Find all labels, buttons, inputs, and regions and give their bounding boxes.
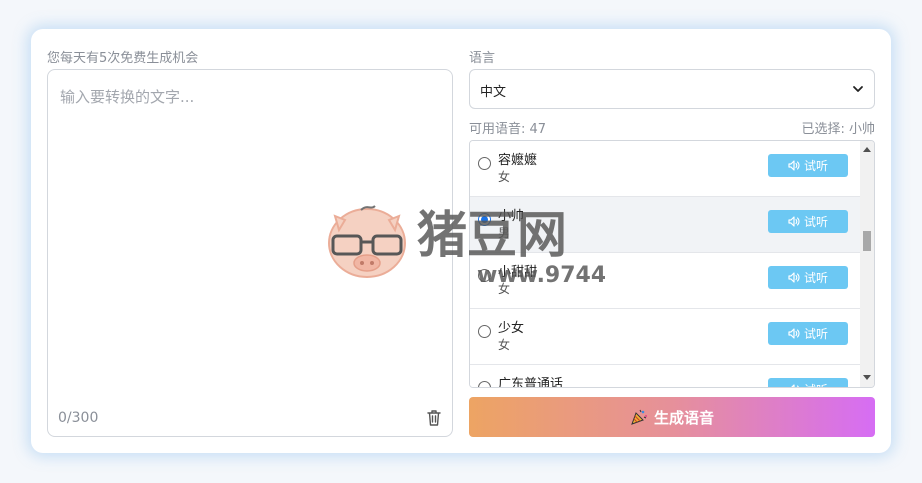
language-label: 语言 bbox=[469, 51, 496, 66]
voice-radio[interactable] bbox=[478, 325, 491, 338]
listen-button[interactable]: 试听 bbox=[768, 266, 848, 289]
voice-name: 广东普通话 bbox=[498, 377, 564, 388]
scroll-down-arrow-icon[interactable] bbox=[863, 375, 871, 380]
voice-gender: 女 bbox=[498, 170, 511, 184]
speaker-icon bbox=[788, 272, 800, 283]
listen-button[interactable]: 试听 bbox=[768, 378, 848, 387]
listen-button[interactable]: 试听 bbox=[768, 154, 848, 177]
trash-icon[interactable] bbox=[426, 409, 442, 427]
voice-item[interactable]: 少女 女 试听 bbox=[470, 309, 860, 365]
speaker-icon bbox=[791, 384, 799, 387]
generate-voice-button[interactable]: 生成语音 bbox=[469, 397, 875, 437]
chevron-down-icon bbox=[853, 86, 863, 92]
speaker-icon bbox=[788, 216, 800, 227]
voice-list-scrollbar[interactable] bbox=[860, 141, 874, 387]
language-select-value: 中文 bbox=[480, 85, 507, 100]
language-select[interactable]: 中文 bbox=[469, 69, 875, 109]
listen-label: 试听 bbox=[803, 327, 828, 341]
speaker-icon bbox=[788, 160, 800, 171]
text-input-placeholder: 输入要转换的文字... bbox=[60, 88, 195, 106]
voice-name: 容嬷嬷 bbox=[498, 153, 538, 168]
listen-label: 试听 bbox=[803, 159, 828, 173]
listen-label: 试听 bbox=[803, 271, 828, 285]
voice-gender: 女 bbox=[498, 338, 511, 352]
party-popper-icon bbox=[631, 409, 648, 425]
pig-mascot-icon bbox=[328, 205, 406, 278]
generate-voice-label: 生成语音 bbox=[653, 408, 714, 427]
voice-item[interactable]: 广东普通话 试听 bbox=[470, 365, 860, 388]
scroll-up-arrow-icon[interactable] bbox=[863, 147, 871, 152]
listen-label: 试听 bbox=[804, 381, 828, 387]
listen-button[interactable]: 试听 bbox=[768, 210, 848, 233]
voice-radio[interactable] bbox=[478, 157, 491, 170]
available-voices-count: 可用语音: 47 bbox=[469, 122, 547, 137]
watermark-brand: 猪豆网 bbox=[417, 206, 567, 264]
voice-item[interactable]: 容嬷嬷 女 试听 bbox=[470, 141, 860, 197]
char-counter: 0/300 bbox=[58, 410, 99, 426]
listen-label: 试听 bbox=[803, 215, 828, 229]
scroll-thumb[interactable] bbox=[863, 231, 871, 251]
voice-name: 少女 bbox=[498, 321, 525, 336]
watermark-logo: 猪豆网 www.97444.cn bbox=[328, 205, 605, 288]
selected-voice-label: 已选择: 小帅 bbox=[801, 122, 875, 137]
voice-radio[interactable] bbox=[478, 381, 491, 387]
watermark-domain: www.97444.cn bbox=[477, 263, 605, 288]
speaker-icon bbox=[788, 328, 800, 339]
listen-button[interactable]: 试听 bbox=[768, 322, 848, 345]
free-quota-hint: 您每天有5次免费生成机会 bbox=[47, 51, 199, 66]
